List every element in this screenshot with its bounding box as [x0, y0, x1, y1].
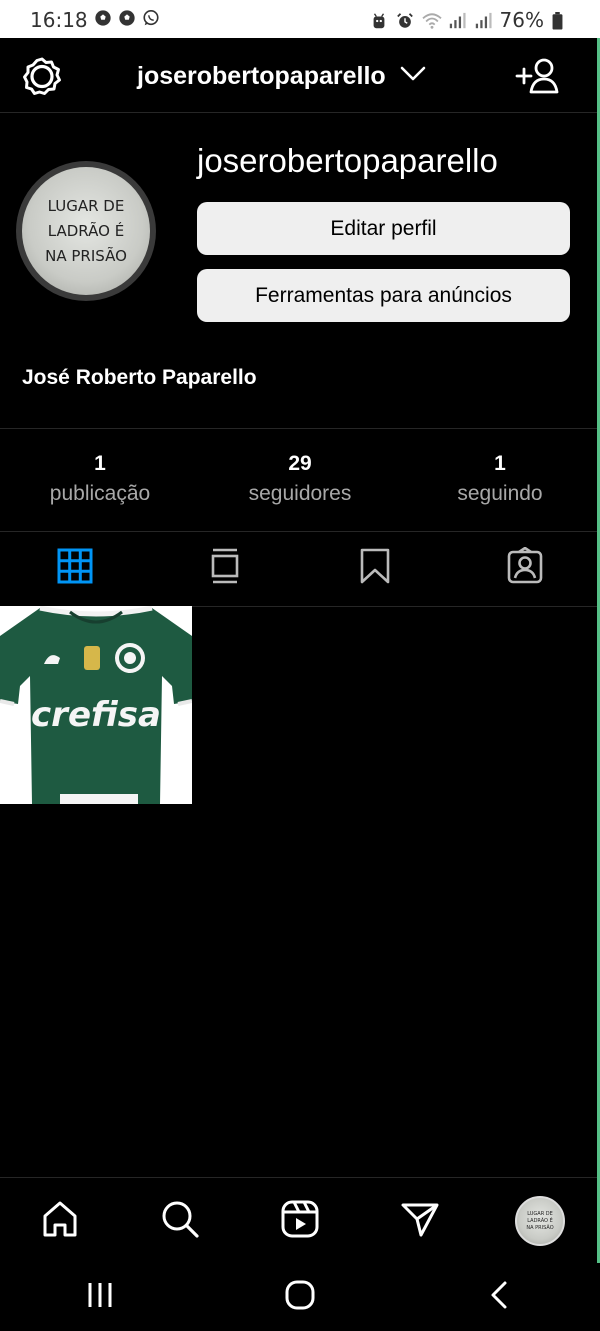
settings-icon[interactable] — [22, 56, 62, 96]
tab-guides[interactable] — [150, 531, 300, 606]
tab-saved[interactable] — [300, 531, 450, 606]
guide-icon — [207, 547, 243, 590]
back-icon — [485, 1280, 515, 1315]
profile-section: LUGAR DE LADRÃO É NA PRISÃO joserobertop… — [0, 112, 600, 428]
nav-search[interactable] — [120, 1178, 240, 1264]
header-username[interactable]: joserobertopaparello — [137, 62, 386, 91]
stat-label: publicação — [49, 482, 151, 505]
tagged-icon — [507, 546, 543, 590]
profile-avatar-small: LUGAR DE LADRÃO É NA PRISÃO — [515, 1196, 565, 1246]
profile-handle: joserobertopaparello — [197, 142, 498, 179]
home-icon — [40, 1199, 80, 1244]
avatar-text-line: LADRÃO É — [47, 221, 125, 240]
stat-posts[interactable]: 1 publicação — [0, 429, 200, 531]
status-time: 16:18 — [30, 8, 88, 32]
stat-value: 29 — [288, 452, 312, 475]
avatar-text-line: LUGAR DE — [527, 1210, 553, 1217]
edit-profile-button[interactable]: Editar perfil — [197, 202, 570, 255]
search-icon — [160, 1199, 200, 1244]
stat-value: 1 — [494, 452, 506, 475]
home-circle-icon — [284, 1279, 316, 1316]
content-tabs — [0, 531, 600, 607]
bottom-navigation: LUGAR DE LADRÃO É NA PRISÃO — [0, 1177, 600, 1264]
jersey-image: crefisa — [0, 606, 192, 804]
add-user-icon[interactable] — [514, 56, 560, 96]
jersey-sponsor-text: crefisa — [31, 695, 161, 735]
alarm-icon — [396, 11, 414, 29]
nav-home[interactable] — [0, 1178, 120, 1264]
nav-profile[interactable]: LUGAR DE LADRÃO É NA PRISÃO — [480, 1178, 600, 1264]
notification-icons — [94, 9, 160, 27]
profile-stats: 1 publicação 29 seguidores 1 seguindo — [0, 428, 600, 532]
battery-icon — [552, 11, 564, 30]
stat-value: 1 — [94, 452, 106, 475]
avatar-text-line: NA PRISÃO — [45, 246, 127, 265]
android-icon — [370, 11, 388, 29]
stat-following[interactable]: 1 seguindo — [400, 429, 600, 531]
tab-tagged[interactable] — [450, 531, 600, 606]
post-thumbnail[interactable]: crefisa — [0, 606, 192, 804]
avatar-text-line: NA PRISÃO — [526, 1224, 554, 1231]
profile-avatar[interactable]: LUGAR DE LADRÃO É NA PRISÃO — [16, 161, 156, 301]
home-button[interactable] — [200, 1263, 400, 1331]
chevron-down-icon[interactable] — [400, 64, 426, 84]
stat-followers[interactable]: 29 seguidores — [200, 429, 400, 531]
status-right: 76% — [370, 8, 564, 32]
system-navigation — [0, 1263, 600, 1331]
whatsapp-icon — [142, 9, 160, 27]
signal-icon — [448, 11, 466, 29]
status-bar: 16:18 76% — [0, 0, 600, 38]
battery-percentage: 76% — [499, 8, 544, 32]
avatar-text-line: LUGAR DE — [47, 196, 125, 215]
soccer-ball-icon — [118, 9, 136, 27]
grid-icon — [57, 547, 93, 590]
recent-apps-button[interactable] — [0, 1263, 200, 1331]
avatar-text-line: LADRÃO É — [527, 1217, 553, 1224]
stat-label: seguidores — [248, 482, 352, 505]
full-name: José Roberto Paparello — [22, 366, 257, 389]
profile-header: joserobertopaparello — [0, 38, 600, 113]
reels-icon — [280, 1199, 320, 1244]
back-button[interactable] — [400, 1263, 600, 1331]
stat-label: seguindo — [457, 482, 543, 505]
nav-reels[interactable] — [240, 1178, 360, 1264]
wifi-icon — [421, 11, 442, 29]
direct-icon — [400, 1199, 440, 1244]
signal-icon — [474, 11, 492, 29]
saved-icon — [357, 547, 393, 590]
ad-tools-button[interactable]: Ferramentas para anúncios — [197, 269, 570, 322]
nav-direct[interactable] — [360, 1178, 480, 1264]
recent-apps-icon — [85, 1280, 115, 1315]
tab-posts-grid[interactable] — [0, 531, 150, 606]
soccer-ball-icon — [94, 9, 112, 27]
avatar-image: LUGAR DE LADRÃO É NA PRISÃO — [22, 167, 150, 295]
